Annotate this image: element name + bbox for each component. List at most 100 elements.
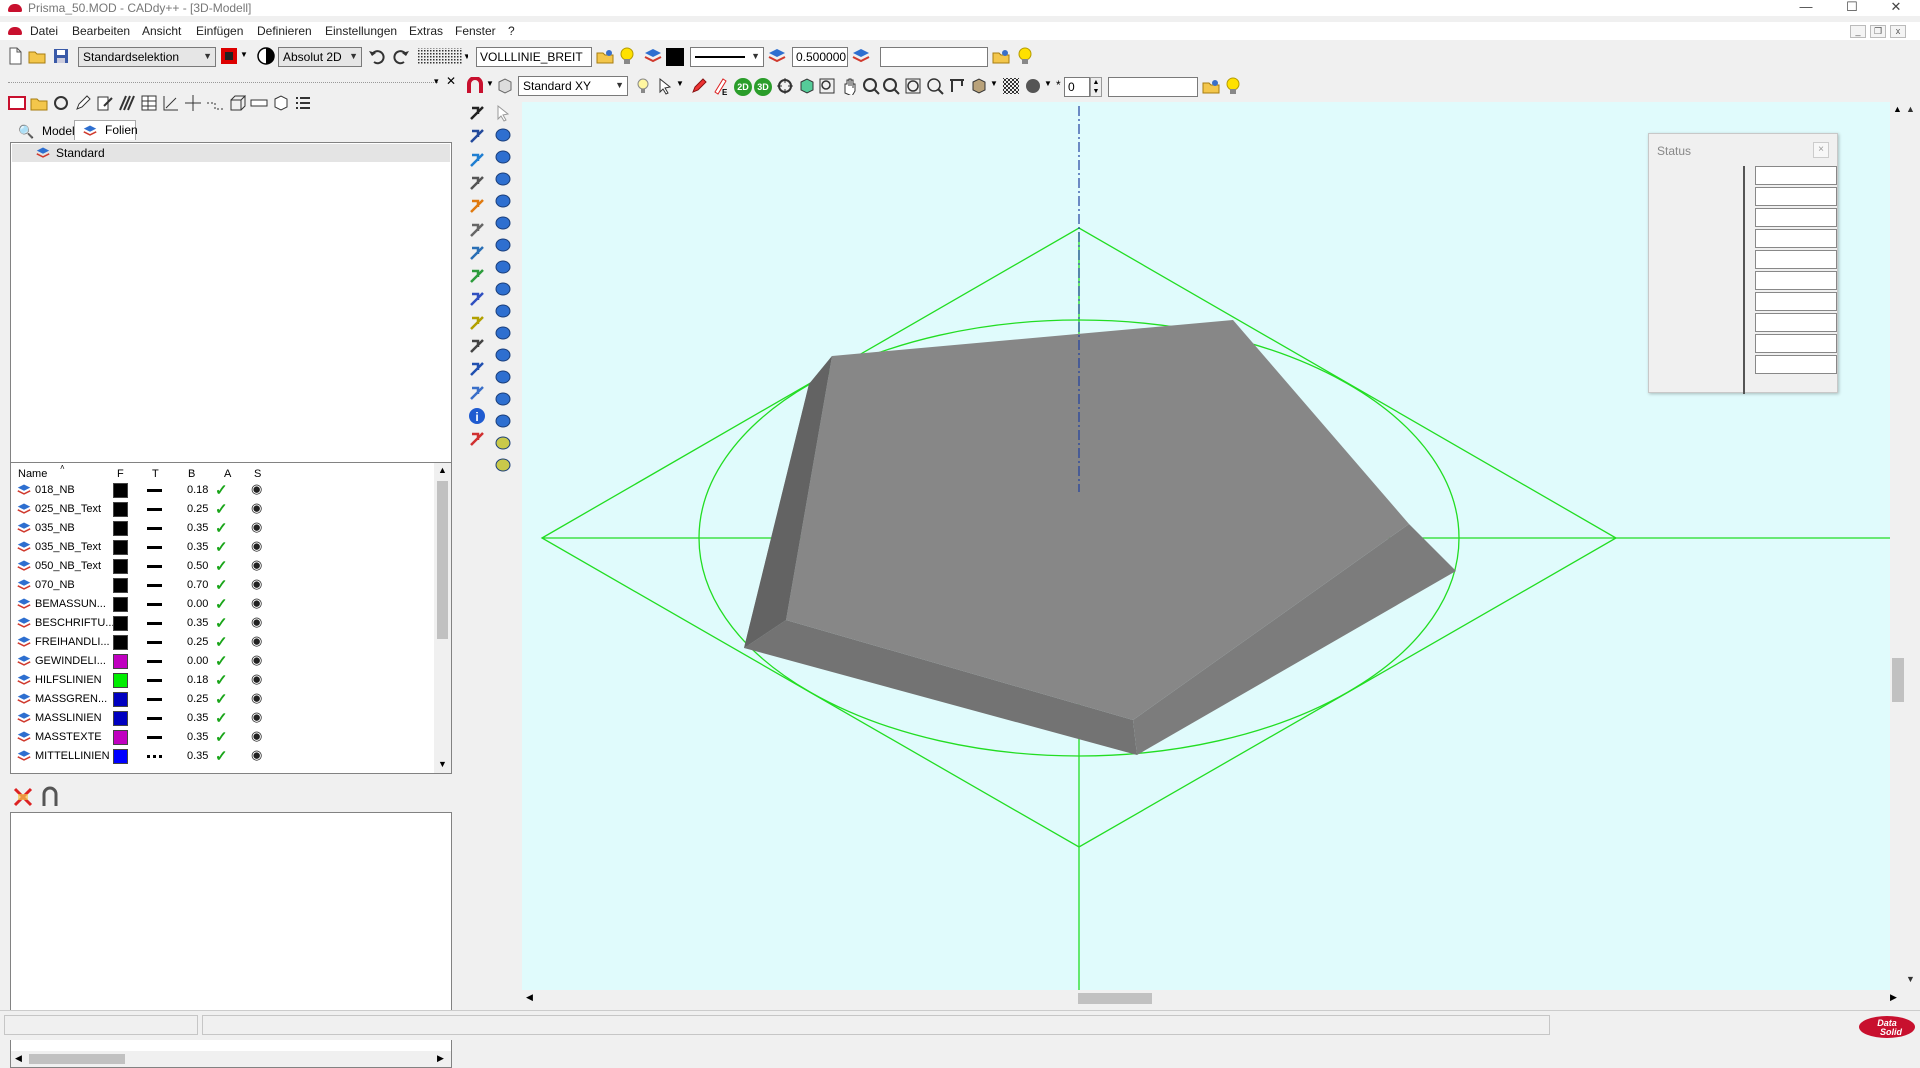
layer-color-swatch[interactable] (113, 711, 128, 726)
color-swatch-black[interactable] (666, 48, 684, 66)
cylinder-tool-icon[interactable] (494, 148, 512, 166)
zoom-in-icon[interactable] (862, 77, 880, 95)
extrude-tool-icon[interactable] (494, 214, 512, 232)
refresh-layer-icon[interactable] (52, 94, 70, 112)
visible-eye-icon[interactable]: ◉ (251, 728, 262, 744)
layer-linetype[interactable] (147, 546, 162, 549)
layer-width[interactable]: 0.35 (187, 731, 208, 743)
linewidth-field[interactable]: 0.500000 (792, 47, 848, 67)
panel-grip[interactable] (8, 82, 438, 84)
pan-hand-icon[interactable] (840, 77, 858, 95)
layer-color-swatch[interactable] (113, 521, 128, 536)
maximize-button[interactable]: ☐ (1832, 0, 1872, 16)
text-tool-icon[interactable] (468, 360, 486, 378)
mdi-minimize-button[interactable]: _ (1850, 25, 1866, 38)
stack-tool-icon[interactable] (494, 324, 512, 342)
status-window[interactable]: Status × (1648, 133, 1838, 394)
selection-mode-select[interactable]: Standardselektion ▼ (78, 47, 216, 67)
orbit-icon[interactable] (776, 77, 794, 95)
layer-color-swatch[interactable] (113, 559, 128, 574)
active-check-icon[interactable]: ✓ (215, 671, 228, 689)
layer-linetype[interactable] (147, 584, 162, 587)
light-icon[interactable] (634, 77, 652, 95)
hatch-tool-icon[interactable] (468, 314, 486, 332)
layer-row[interactable]: BEMASSUN... 0.00 ✓ ◉ (15, 595, 445, 614)
ruler-icon[interactable] (250, 94, 268, 112)
active-check-icon[interactable]: ✓ (215, 557, 228, 575)
table-icon[interactable] (140, 94, 158, 112)
chevron-down-icon[interactable]: ▼ (990, 79, 998, 88)
layer-color-swatch[interactable] (113, 578, 128, 593)
col-width[interactable]: B (188, 468, 195, 480)
new-file-icon[interactable] (6, 47, 24, 65)
sphere-display-icon[interactable] (1024, 77, 1042, 95)
linetype-field[interactable]: VOLLLINIE_BREIT (476, 47, 592, 67)
pattern-tool-icon[interactable] (468, 384, 486, 402)
layer-linetype[interactable] (147, 755, 162, 758)
layer-color-swatch[interactable] (113, 673, 128, 688)
rotate-tool-icon[interactable] (468, 151, 486, 169)
2d-button[interactable]: 2D (734, 78, 752, 96)
viewport-vscrollbar[interactable]: ▲ (1890, 102, 1906, 992)
coordinate-mode-select[interactable]: Absolut 2D ▼ (278, 47, 362, 67)
layer-color-swatch[interactable] (113, 635, 128, 650)
color-selector-icon[interactable] (220, 47, 238, 65)
menu-definieren[interactable]: Definieren (257, 24, 312, 38)
layer-width[interactable]: 0.35 (187, 750, 208, 762)
layer-width[interactable]: 0.18 (187, 484, 208, 496)
layer-row[interactable]: GEWINDELI... 0.00 ✓ ◉ (15, 652, 445, 671)
active-check-icon[interactable]: ✓ (215, 576, 228, 594)
layers-icon[interactable] (852, 47, 870, 65)
visible-eye-icon[interactable]: ◉ (251, 557, 262, 573)
scroll-left-icon[interactable]: ◀ (15, 1053, 22, 1064)
line-style-select[interactable]: ▼ (690, 47, 764, 67)
layer-row[interactable]: MASSGREN... 0.25 ✓ ◉ (15, 690, 445, 709)
layer-linetype[interactable] (147, 565, 162, 568)
layer-linetype[interactable] (147, 641, 162, 644)
layer-width[interactable]: 0.70 (187, 579, 208, 591)
scroll-down-icon[interactable]: ▼ (1906, 974, 1915, 984)
pencil-red-icon[interactable] (690, 77, 708, 95)
active-check-icon[interactable]: ✓ (215, 538, 228, 556)
sphere-tool-icon[interactable] (468, 127, 486, 145)
layer-linetype[interactable] (147, 622, 162, 625)
active-check-icon[interactable]: ✓ (215, 709, 228, 727)
layer-linetype[interactable] (147, 527, 162, 530)
menu-ansicht[interactable]: Ansicht (142, 24, 181, 38)
mdi-close-button[interactable]: x (1890, 25, 1906, 38)
edge-tool-icon[interactable] (494, 346, 512, 364)
view-select[interactable]: Standard XY ▼ (518, 76, 628, 96)
render-cube-icon[interactable] (970, 77, 988, 95)
snap-mode-icon[interactable] (257, 47, 275, 65)
active-check-icon[interactable]: ✓ (215, 728, 228, 746)
sweep-tool-icon[interactable] (494, 236, 512, 254)
scroll-right-icon[interactable]: ▶ (437, 1053, 444, 1064)
freehand-icon[interactable] (118, 94, 136, 112)
chamfer-tool-icon[interactable] (494, 456, 512, 474)
menu-datei[interactable]: Datei (30, 24, 58, 38)
layer-row[interactable]: 050_NB_Text 0.50 ✓ ◉ (15, 557, 445, 576)
scroll-up-icon[interactable]: ▲ (1893, 104, 1902, 114)
sphere-tool-icon[interactable] (494, 170, 512, 188)
vscroll-thumb[interactable] (1892, 658, 1904, 702)
chevron-down-icon[interactable]: ▼ (240, 50, 248, 59)
box-tool-icon[interactable] (494, 126, 512, 144)
layer-row[interactable]: FREIHANDLI... 0.25 ✓ ◉ (15, 633, 445, 652)
folder-layer-icon[interactable] (1202, 77, 1220, 95)
visible-eye-icon[interactable]: ◉ (251, 576, 262, 592)
layer-manager-icon[interactable] (8, 94, 26, 112)
crosshair-icon[interactable] (184, 94, 202, 112)
visible-eye-icon[interactable]: ◉ (251, 747, 262, 763)
col-visible[interactable]: S (254, 468, 261, 480)
box-outline-icon[interactable] (228, 94, 246, 112)
visible-eye-icon[interactable]: ◉ (251, 633, 262, 649)
pen-icon[interactable] (74, 94, 92, 112)
chevron-down-icon[interactable]: ▼ (1044, 79, 1052, 88)
prism-tool-icon[interactable] (494, 302, 512, 320)
shaded-cube-icon[interactable] (798, 77, 816, 95)
layer-linetype[interactable] (147, 679, 162, 682)
scroll-down-icon[interactable]: ▼ (438, 759, 447, 769)
dimension-tool-icon[interactable] (468, 290, 486, 308)
pencil-tool-icon[interactable] (468, 197, 486, 215)
save-icon[interactable] (52, 47, 70, 65)
